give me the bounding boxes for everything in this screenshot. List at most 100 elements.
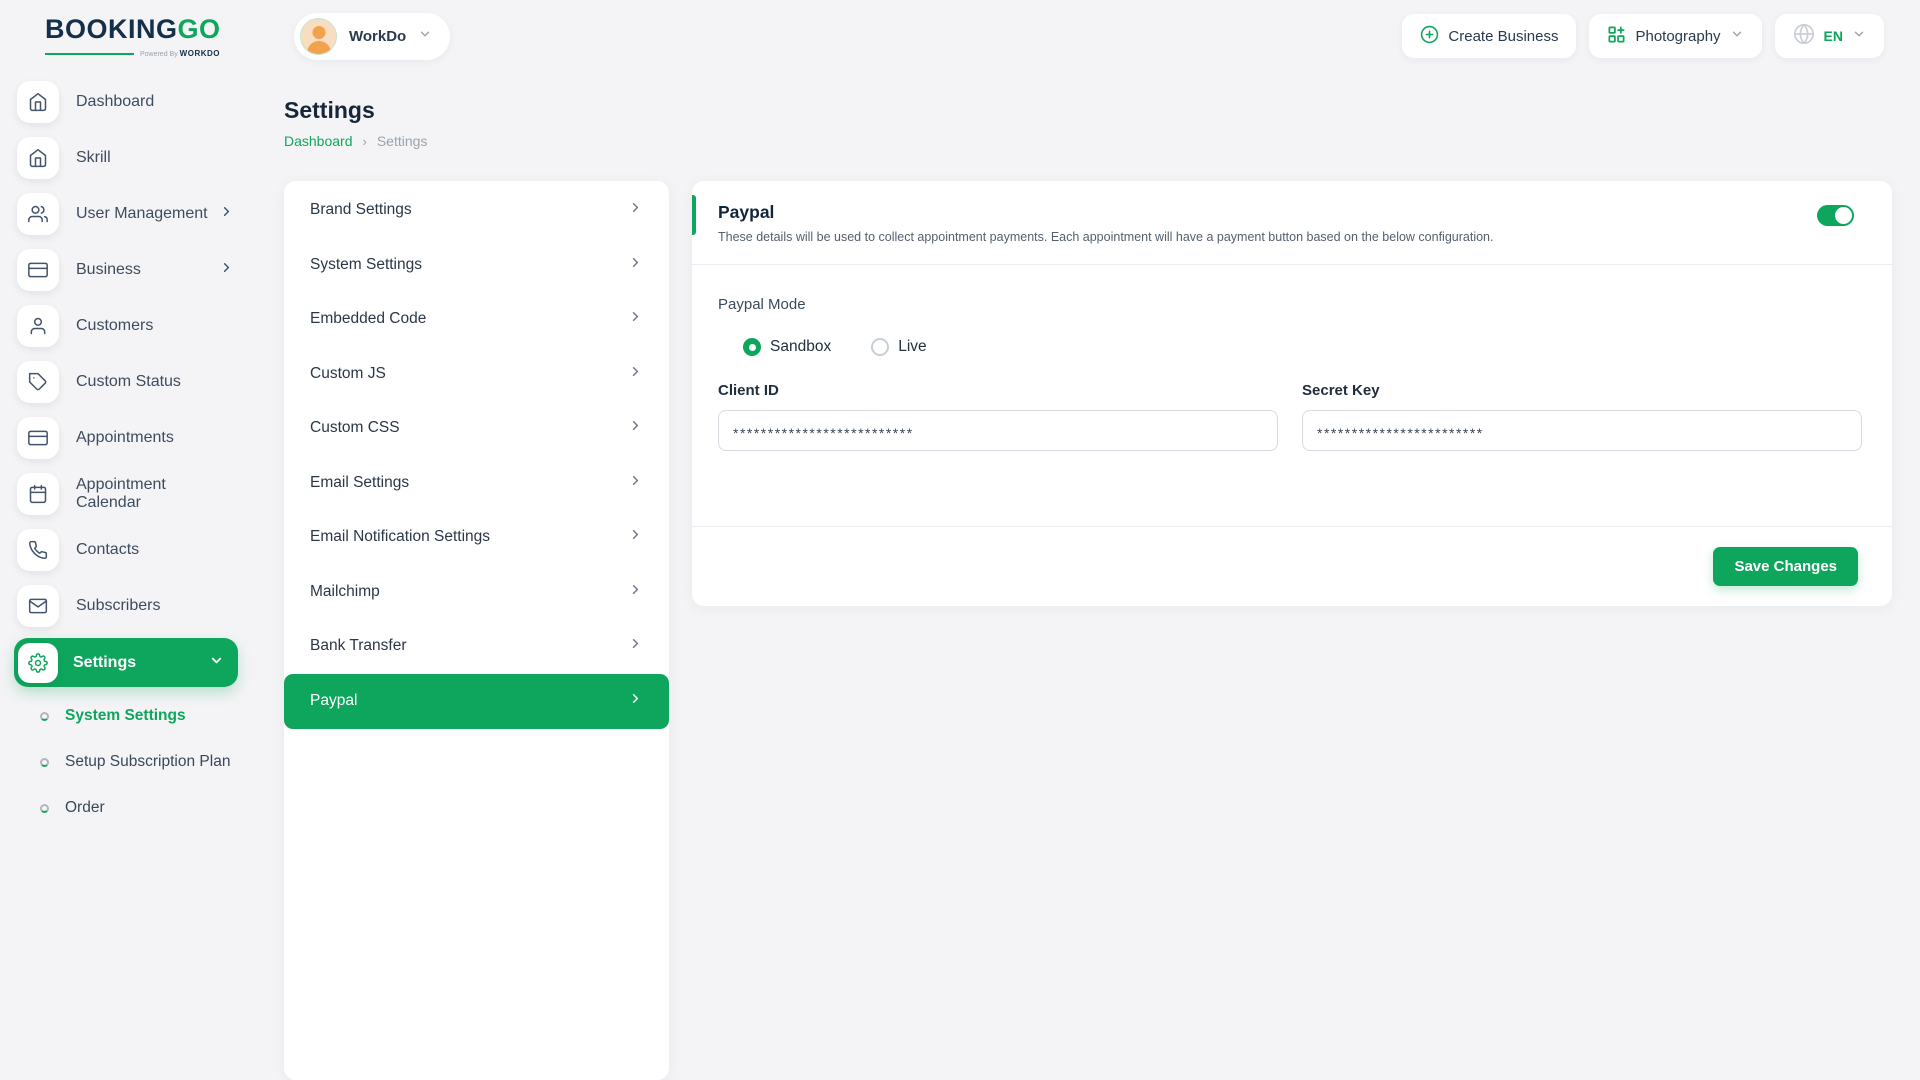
breadcrumb-dashboard-link[interactable]: Dashboard [284,133,353,149]
chevron-right-icon [628,364,643,384]
sidebar-item-label: Subscribers [76,597,160,615]
settings-menu-item-label: Mailchimp [310,583,380,601]
credit-card-icon [17,249,59,291]
settings-menu-item-embedded-code[interactable]: Embedded Code [284,292,669,347]
sidebar-subitem-order[interactable]: Order [0,785,262,831]
breadcrumb: Dashboard › Settings [284,133,427,149]
user-icon [17,305,59,347]
paypal-mode-option-label: Live [898,338,926,356]
sidebar-item-customers[interactable]: Customers [0,298,262,354]
chevron-down-icon [1852,27,1866,45]
gear-icon [18,643,58,683]
sidebar-item-label: Dashboard [76,93,154,111]
sidebar-subitem-system-settings[interactable]: System Settings [0,693,262,739]
chevron-down-icon [1730,27,1744,45]
paypal-mode-options: Sandbox Live [718,338,1862,356]
breadcrumb-current: Settings [377,133,428,149]
settings-menu-item-label: Bank Transfer [310,637,407,655]
chevron-right-icon [628,418,643,438]
chevron-right-icon [628,636,643,656]
workspace-selector[interactable]: WorkDo [294,13,450,60]
calendar-icon [17,473,59,515]
sidebar-item-user-management[interactable]: User Management [0,186,262,242]
settings-menu-item-brand-settings[interactable]: Brand Settings [284,183,669,238]
sidebar-item-settings[interactable]: Settings [14,638,238,687]
client-id-label: Client ID [718,382,1278,399]
sidebar-item-label: Appointments [76,429,174,447]
chevron-down-icon [418,27,432,46]
settings-menu-card: Brand Settings System Settings Embedded Co… [284,181,669,1080]
sidebar-item-appointment-calendar[interactable]: Appointment Calendar [0,466,262,522]
settings-menu-item-label: Custom JS [310,365,386,383]
paypal-mode-option-sandbox[interactable]: Sandbox [743,338,831,356]
business-name: Photography [1635,28,1720,45]
sidebar-subitem-setup-subscription-plan[interactable]: Setup Subscription Plan [0,739,262,785]
settings-menu-item-bank-transfer[interactable]: Bank Transfer [284,619,669,674]
settings-menu-item-label: Brand Settings [310,201,412,219]
sidebar-item-label: Contacts [76,541,139,559]
paypal-panel: Paypal These details will be used to col… [692,181,1892,606]
tag-icon [17,361,59,403]
workspace-avatar [300,18,337,55]
create-business-button[interactable]: Create Business [1402,14,1576,58]
secret-key-label: Secret Key [1302,382,1862,399]
chevron-right-icon [628,527,643,547]
sidebar-item-contacts[interactable]: Contacts [0,522,262,578]
paypal-enable-toggle[interactable] [1817,205,1854,226]
sidebar-item-label: Customers [76,317,153,335]
phone-icon [17,529,59,571]
radio-unchecked-icon[interactable] [871,338,889,356]
globe-icon [1793,23,1815,49]
settings-menu-item-label: System Settings [310,256,422,274]
chevron-down-icon [209,653,224,673]
language-selector[interactable]: EN [1775,14,1884,58]
bookinggo-logo: BOOKINGGO Powered By WORKDO [45,16,220,58]
logo-rule [45,53,134,55]
app-root: BOOKINGGO Powered By WORKDO WorkDo Creat… [0,0,1920,1080]
page-title: Settings [284,97,375,124]
sidebar-item-business[interactable]: Business [0,242,262,298]
client-id-input[interactable] [718,410,1278,451]
topbar-actions: Create Business Photography EN [1402,14,1884,58]
sidebar-item-subscribers[interactable]: Subscribers [0,578,262,634]
sidebar-item-skrill[interactable]: Skrill [0,130,262,186]
business-selector[interactable]: Photography [1589,14,1761,58]
sidebar-item-label: Skrill [76,149,111,167]
bullet-icon [40,804,49,813]
paypal-mode-label: Paypal Mode [718,296,1862,313]
settings-menu-item-system-settings[interactable]: System Settings [284,238,669,293]
settings-menu-item-label: Paypal [310,692,357,710]
sidebar-item-dashboard[interactable]: Dashboard [0,74,262,130]
settings-menu-item-label: Email Settings [310,474,409,492]
secret-key-input[interactable] [1302,410,1862,451]
save-changes-button[interactable]: Save Changes [1713,547,1858,586]
paypal-mode-option-live[interactable]: Live [871,338,926,356]
client-id-field-group: Client ID [718,382,1278,451]
radio-checked-icon[interactable] [743,338,761,356]
sidebar: Dashboard Skrill User ManagementBusiness Cu… [0,74,262,831]
settings-menu-item-custom-js[interactable]: Custom JS [284,347,669,402]
sidebar-subitem-label: System Settings [65,707,186,725]
settings-menu-item-paypal[interactable]: Paypal [284,674,669,729]
paypal-description: These details will be used to collect ap… [718,230,1854,244]
paypal-panel-footer: Save Changes [692,526,1892,606]
paypal-panel-header: Paypal These details will be used to col… [692,181,1892,264]
sidebar-item-label: Appointment Calendar [76,476,234,512]
logo-text: BOOKINGGO [45,16,220,43]
settings-menu-item-mailchimp[interactable]: Mailchimp [284,565,669,620]
sidebar-item-appointments[interactable]: Appointments [0,410,262,466]
logo-accent: GO [178,14,221,44]
settings-menu-item-label: Custom CSS [310,419,400,437]
users-icon [17,193,59,235]
settings-menu-item-email-notification-settings[interactable]: Email Notification Settings [284,510,669,565]
create-business-label: Create Business [1448,28,1558,45]
sidebar-item-custom-status[interactable]: Custom Status [0,354,262,410]
chevron-right-icon [628,582,643,602]
credit-card-icon [17,417,59,459]
mail-icon [17,585,59,627]
settings-menu-item-email-settings[interactable]: Email Settings [284,456,669,511]
settings-menu-item-label: Email Notification Settings [310,528,490,546]
home-icon [17,137,59,179]
bullet-icon [40,712,49,721]
settings-menu-item-custom-css[interactable]: Custom CSS [284,401,669,456]
